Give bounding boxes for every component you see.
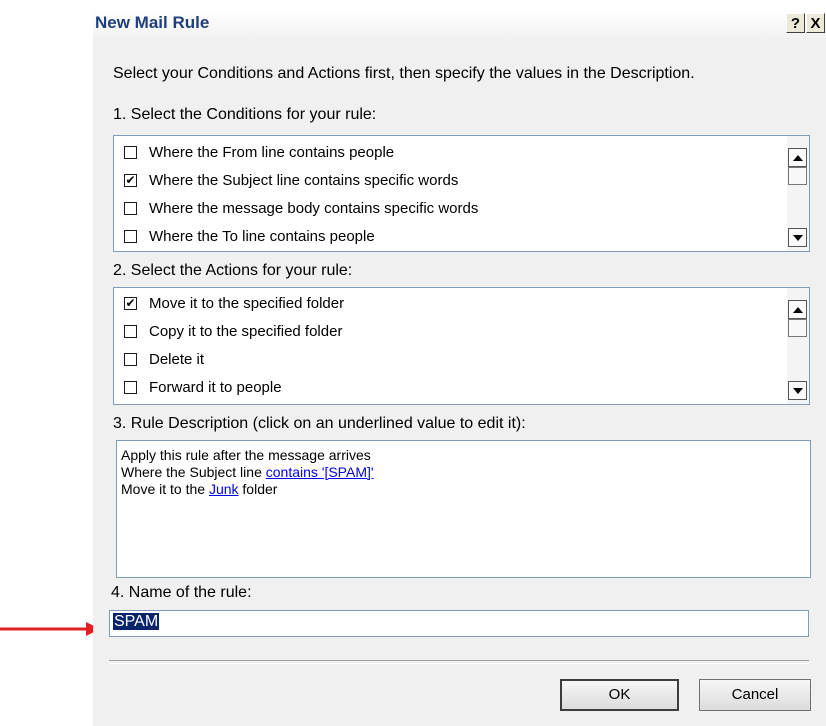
- checkbox[interactable]: ✔: [124, 173, 137, 187]
- condition-item[interactable]: ✔ Where the Subject line contains specif…: [124, 168, 458, 192]
- description-text: folder: [238, 481, 278, 497]
- description-line: Apply this rule after the message arrive…: [121, 447, 371, 463]
- action-item-label: Delete it: [149, 350, 205, 368]
- actions-list: ✔ Move it to the specified folder Copy i…: [113, 287, 810, 405]
- condition-item[interactable]: Where the message body contains specific…: [124, 196, 478, 220]
- new-mail-rule-dialog: New Mail Rule ? X Select your Conditions…: [93, 10, 826, 726]
- checkbox[interactable]: [124, 201, 137, 215]
- checkbox[interactable]: [124, 352, 137, 366]
- actions-label: 2. Select the Actions for your rule:: [113, 262, 353, 279]
- action-item-label: Copy it to the specified folder: [149, 322, 343, 340]
- checkbox[interactable]: [124, 145, 137, 159]
- scroll-thumb[interactable]: [788, 167, 807, 185]
- condition-item[interactable]: Where the From line contains people: [124, 140, 394, 164]
- conditions-scrollbar[interactable]: [787, 136, 809, 251]
- arrow-down-icon: [792, 387, 803, 394]
- action-item-label: Forward it to people: [149, 378, 282, 396]
- rule-description-box: Apply this rule after the message arrive…: [116, 440, 811, 578]
- scroll-thumb[interactable]: [788, 319, 807, 337]
- arrow-up-icon: [792, 306, 803, 313]
- action-item[interactable]: ✔ Move it to the specified folder: [124, 291, 344, 315]
- checkbox[interactable]: [124, 380, 137, 394]
- scroll-down-button[interactable]: [788, 381, 807, 400]
- description-label: 3. Rule Description (click on an underli…: [113, 415, 526, 432]
- separator: [109, 660, 809, 664]
- actions-scrollbar[interactable]: [787, 288, 809, 404]
- condition-item-label: Where the From line contains people: [149, 143, 395, 161]
- ok-button[interactable]: OK: [560, 679, 679, 711]
- rule-name-input[interactable]: SPAM: [109, 610, 809, 637]
- checkbox[interactable]: [124, 229, 137, 243]
- scroll-up-button[interactable]: [788, 148, 807, 167]
- arrow-down-icon: [792, 234, 803, 241]
- conditions-list: Where the From line contains people ✔ Wh…: [113, 135, 810, 252]
- action-item[interactable]: Copy it to the specified folder: [124, 319, 342, 343]
- checkbox[interactable]: ✔: [124, 296, 137, 310]
- condition-item-label: Where the message body contains specific…: [149, 199, 479, 217]
- close-button[interactable]: X: [806, 13, 825, 33]
- rule-name-label: 4. Name of the rule:: [111, 584, 252, 601]
- cancel-button[interactable]: Cancel: [699, 679, 811, 711]
- arrow-up-icon: [792, 154, 803, 161]
- annotation-arrow: [0, 622, 100, 636]
- help-button[interactable]: ?: [786, 13, 805, 33]
- condition-item[interactable]: Where the To line contains people: [124, 224, 375, 248]
- conditions-label: 1. Select the Conditions for your rule:: [113, 106, 377, 123]
- description-line: Where the Subject line contains '[SPAM]': [121, 464, 806, 481]
- scroll-down-button[interactable]: [788, 228, 807, 247]
- junk-folder-link[interactable]: Junk: [209, 481, 239, 497]
- action-item-label: Move it to the specified folder: [149, 294, 345, 312]
- window-title: New Mail Rule: [95, 13, 210, 32]
- instructions-text: Select your Conditions and Actions first…: [113, 65, 695, 82]
- description-line: Move it to the Junk folder: [121, 481, 806, 498]
- action-item[interactable]: Forward it to people: [124, 375, 282, 399]
- rule-name-value: SPAM: [113, 613, 160, 630]
- action-item[interactable]: Delete it: [124, 347, 204, 371]
- condition-item-label: Where the Subject line contains specific…: [149, 171, 459, 189]
- description-text: Move it to the: [121, 481, 209, 497]
- contains-spam-link[interactable]: contains '[SPAM]': [266, 464, 374, 480]
- condition-item-label: Where the To line contains people: [149, 227, 375, 245]
- title-bar: New Mail Rule ? X: [93, 10, 826, 38]
- scroll-up-button[interactable]: [788, 300, 807, 319]
- description-text: Where the Subject line: [121, 464, 266, 480]
- checkbox[interactable]: [124, 324, 137, 338]
